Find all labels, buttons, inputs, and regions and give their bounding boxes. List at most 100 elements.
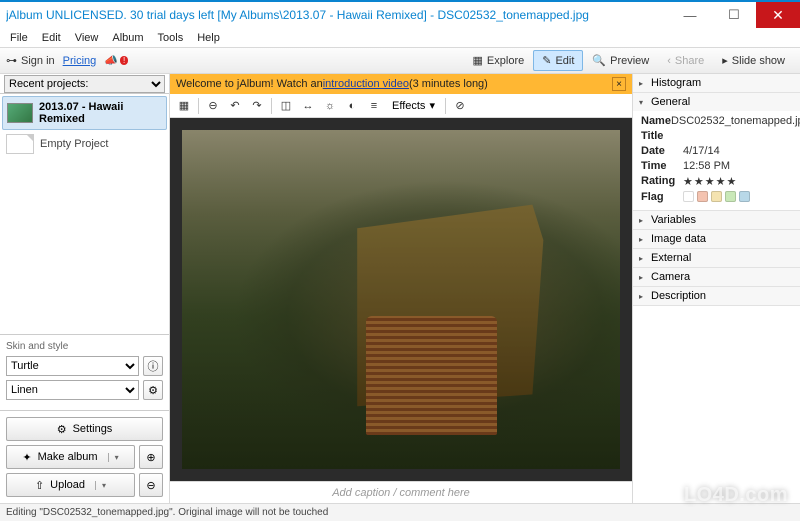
canvas[interactable] <box>170 118 632 481</box>
style-settings-button[interactable]: ⚙ <box>143 380 163 400</box>
cart-button[interactable]: 📣 ! <box>104 54 128 67</box>
chevron-down-icon[interactable]: ▾ <box>108 453 119 462</box>
name-value: DSC02532_tonemapped.jpg <box>671 115 800 127</box>
acc-label: General <box>651 96 690 108</box>
skin-select[interactable]: Turtle <box>6 356 139 376</box>
flag-swatch[interactable] <box>683 191 694 202</box>
slideshow-tab[interactable]: ▸ Slide show <box>713 50 794 71</box>
crop-button[interactable]: ◫ <box>276 96 296 116</box>
zoom-in-button[interactable]: ⊕ <box>139 445 163 469</box>
project-item[interactable]: Empty Project <box>2 130 167 158</box>
acc-camera[interactable]: ▸Camera <box>633 268 800 286</box>
flag-swatch[interactable] <box>711 191 722 202</box>
pricing-link[interactable]: Pricing <box>63 55 97 67</box>
effects-dropdown[interactable]: Effects ▾ <box>386 99 441 112</box>
levels-button[interactable]: ≡ <box>364 96 384 116</box>
effects-label: Effects <box>392 100 425 112</box>
settings-button[interactable]: ⚙ Settings <box>6 417 163 441</box>
status-text: Editing "DSC02532_tonemapped.jpg". Origi… <box>6 507 328 518</box>
grid-icon: ▦ <box>473 54 483 67</box>
explore-label: Explore <box>487 55 524 67</box>
contrast-icon: ◐ <box>349 100 356 112</box>
recent-projects-row: Recent projects: <box>0 74 169 94</box>
date-key: Date <box>641 145 683 157</box>
banner-close-button[interactable]: × <box>612 77 626 91</box>
reset-button[interactable]: ⊘ <box>450 96 470 116</box>
acc-general[interactable]: ▾General <box>633 93 800 111</box>
magnifier-icon: 🔍 <box>592 54 606 67</box>
flag-swatch[interactable] <box>739 191 750 202</box>
separator <box>198 98 199 114</box>
skin-info-button[interactable]: ⓘ <box>143 356 163 376</box>
gear-icon: ⚙ <box>57 423 67 436</box>
date-value: 4/17/14 <box>683 145 720 157</box>
titlebar: jAlbum UNLICENSED. 30 trial days left [M… <box>0 0 800 28</box>
caption-input[interactable]: Add caption / comment here <box>170 481 632 503</box>
upload-button[interactable]: ⇧ Upload ▾ <box>6 473 135 497</box>
gear-icon: ⚙ <box>148 384 158 397</box>
menu-tools[interactable]: Tools <box>152 30 190 46</box>
zoom-out-button[interactable]: ⊖ <box>139 473 163 497</box>
intro-video-link[interactable]: introduction video <box>323 78 409 90</box>
brightness-button[interactable]: ☼ <box>320 96 340 116</box>
acc-variables[interactable]: ▸Variables <box>633 211 800 229</box>
close-button[interactable]: ✕ <box>756 2 800 28</box>
share-tab[interactable]: ‹ Share <box>658 51 713 71</box>
skin-section-label: Skin and style <box>6 341 163 352</box>
chevron-right-icon: ▸ <box>639 235 647 244</box>
cart-badge: ! <box>120 56 128 65</box>
project-name: 2013.07 - Hawaii Remixed <box>39 101 162 125</box>
upload-icon: ⇧ <box>35 479 44 492</box>
crop-icon: ◫ <box>281 99 291 112</box>
contrast-button[interactable]: ◐ <box>342 96 362 116</box>
project-thumb <box>6 134 34 154</box>
menu-edit[interactable]: Edit <box>36 30 67 46</box>
preview-tab[interactable]: 🔍 Preview <box>583 50 658 71</box>
pencil-icon: ✎ <box>542 54 551 67</box>
signin-button[interactable]: ⊶ Sign in <box>6 54 55 67</box>
menu-help[interactable]: Help <box>191 30 226 46</box>
menu-view[interactable]: View <box>69 30 105 46</box>
maximize-button[interactable]: ☐ <box>712 2 756 28</box>
grid-view-button[interactable]: ▦ <box>174 96 194 116</box>
rotate-left-button[interactable]: ↶ <box>225 96 245 116</box>
acc-histogram[interactable]: ▸Histogram <box>633 74 800 92</box>
explore-tab[interactable]: ▦ Explore <box>464 50 534 71</box>
settings-label: Settings <box>73 423 113 435</box>
reset-icon: ⊘ <box>455 99 464 112</box>
slideshow-label: Slide show <box>732 55 785 67</box>
chevron-down-icon: ▾ <box>429 99 435 112</box>
minimize-button[interactable]: — <box>668 2 712 28</box>
acc-label: Image data <box>651 233 706 245</box>
minus-circle-icon: ⊖ <box>208 99 217 112</box>
wand-icon: ✦ <box>22 451 31 464</box>
no-entry-button[interactable]: ⊖ <box>203 96 223 116</box>
rotate-right-button[interactable]: ↷ <box>247 96 267 116</box>
acc-description[interactable]: ▸Description <box>633 287 800 305</box>
acc-label: Camera <box>651 271 690 283</box>
acc-label: External <box>651 252 691 264</box>
menubar: File Edit View Album Tools Help <box>0 28 800 48</box>
style-select[interactable]: Linen <box>6 380 139 400</box>
rotate-left-icon: ↶ <box>230 99 239 112</box>
straighten-button[interactable]: ↔ <box>298 96 318 116</box>
project-item[interactable]: 2013.07 - Hawaii Remixed <box>2 96 167 130</box>
sun-icon: ☼ <box>325 100 335 112</box>
chevron-right-icon: ▸ <box>639 216 647 225</box>
menu-album[interactable]: Album <box>106 30 149 46</box>
acc-external[interactable]: ▸External <box>633 249 800 267</box>
flag-swatch[interactable] <box>697 191 708 202</box>
flag-swatch[interactable] <box>725 191 736 202</box>
edit-tab[interactable]: ✎ Edit <box>533 50 583 71</box>
menu-file[interactable]: File <box>4 30 34 46</box>
rating-stars[interactable]: ★★★★★ <box>683 175 737 188</box>
make-album-label: Make album <box>38 451 98 463</box>
project-list: 2013.07 - Hawaii Remixed Empty Project <box>0 94 169 334</box>
window-title: jAlbum UNLICENSED. 30 trial days left [M… <box>6 8 668 22</box>
chevron-down-icon[interactable]: ▾ <box>95 481 106 490</box>
acc-image-data[interactable]: ▸ Image data <box>633 230 800 248</box>
title-key: Title <box>641 130 683 142</box>
make-album-button[interactable]: ✦ Make album ▾ <box>6 445 135 469</box>
recent-projects-select[interactable]: Recent projects: <box>4 75 165 93</box>
left-sidebar: Recent projects: 2013.07 - Hawaii Remixe… <box>0 74 170 503</box>
